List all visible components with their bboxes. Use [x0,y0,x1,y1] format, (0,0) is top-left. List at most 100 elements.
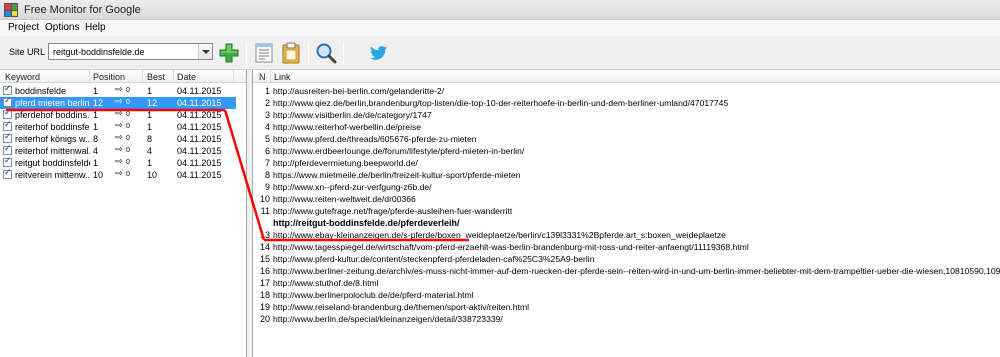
link-url[interactable]: http://www.ebay-kleinanzeigen.de/s-pferd… [273,230,726,240]
keyword-date: 04.11.2015 [177,158,222,168]
link-rank: 1 [264,86,270,96]
link-url[interactable]: http://www.berlinerpoloclub.de/de/pferd-… [273,290,474,300]
twitter-bird-icon[interactable] [366,41,390,65]
link-row[interactable]: 9 http://www.xn--pferd-zur-verfgung-z6b.d… [253,181,1000,193]
link-url[interactable]: http://www.pferd-kultur.de/content/steck… [273,254,595,264]
column-position[interactable]: Position [93,72,125,82]
arrow-right-icon: ⇨ [115,169,123,179]
link-row[interactable]: 6 http://www.erdbeerlounge.de/forum/lifes… [253,145,1000,157]
column-best[interactable]: Best [147,72,165,82]
menu-options[interactable]: Options [45,22,79,33]
link-url[interactable]: http://www.tagesspiegel.de/wirtschaft/vo… [273,242,749,252]
search-icon[interactable] [314,41,338,65]
keyword-text: pferdehof boddins... [15,110,90,120]
link-list[interactable]: N Link 1 http://ausreiten-bei-berlin.com/… [252,70,1000,357]
keyword-change: 0 [126,135,130,142]
link-row[interactable]: 8 https://www.mietmeile.de/berlin/freizei… [253,169,1000,181]
link-rank: 17 [259,278,270,288]
link-url[interactable]: http://reitgut-boddinsfelde.de/pferdever… [273,218,460,228]
link-row[interactable]: 15 http://www.pferd-kultur.de/content/ste… [253,253,1000,265]
link-url[interactable]: http://www.reiterhof-werbellin.de/preise [273,122,421,132]
clipboard-icon[interactable] [279,41,303,65]
link-rank: 10 [259,194,270,204]
keyword-best: 1 [147,158,153,168]
link-rank: 13 [259,230,270,240]
column-keyword[interactable]: Keyword [5,72,40,82]
link-rank: 9 [264,182,270,192]
keyword-checkbox[interactable] [3,120,12,131]
link-url[interactable]: http://www.erdbeerlounge.de/forum/lifest… [273,146,524,156]
keyword-row[interactable]: reitgut boddinsfelde1⇨0104.11.2015 [0,156,236,169]
link-row[interactable]: 3 http://www.visitberlin.de/de/category/1… [253,109,1000,121]
column-divider [89,70,90,83]
link-url[interactable]: http://www.pferd.de/threads/605676-pferd… [273,134,477,144]
keyword-checkbox[interactable] [3,108,12,119]
keyword-row[interactable]: reiterhof königs w...8⇨0804.11.2015 [0,132,236,145]
column-divider [142,70,143,83]
keyword-checkbox[interactable] [3,156,12,167]
link-url[interactable]: http://www.visitberlin.de/de/category/17… [273,110,432,120]
link-row[interactable]: 5 http://www.pferd.de/threads/605676-pfer… [253,133,1000,145]
link-url[interactable]: http://www.qiez.de/berlin,brandenburg/to… [273,98,728,108]
keyword-checkbox[interactable] [3,168,12,179]
link-url[interactable]: http://www.xn--pferd-zur-verfgung-z6b.de… [273,182,432,192]
link-url[interactable]: http://www.gutefrage.net/frage/pferde-au… [273,206,512,216]
link-row[interactable]: 16 http://www.berliner-zeitung.de/archiv/… [253,265,1000,277]
keyword-row[interactable]: reiterhof mittenwal...4⇨0404.11.2015 [0,144,236,157]
link-url[interactable]: http://pferdevermietung.beepworld.de/ [273,158,418,168]
toolbar-separator [308,42,309,64]
link-row[interactable]: 7 http://pferdevermietung.beepworld.de/ [253,157,1000,169]
app-icon [4,3,18,17]
column-date[interactable]: Date [177,72,196,82]
link-row[interactable]: 14 http://www.tagesspiegel.de/wirtschaft/… [253,241,1000,253]
keyword-checkbox[interactable] [3,132,12,143]
site-url-select[interactable]: reitgut-boddinsfelde.de [48,43,213,60]
chevron-down-icon[interactable] [198,44,212,59]
keyword-best: 8 [147,134,153,144]
keyword-checkbox[interactable] [3,84,12,95]
link-row[interactable]: 4 http://www.reiterhof-werbellin.de/preis… [253,121,1000,133]
arrow-right-icon: ⇨ [115,85,123,95]
keyword-row[interactable]: reitverein mittenw...10⇨01004.11.2015 [0,168,236,181]
column-n[interactable]: N [259,72,266,82]
title-bar: Free Monitor for Google [0,0,1000,20]
link-url[interactable]: http://www.berlin.de/special/kleinanzeig… [273,314,503,324]
keyword-text: pferd mieten berlin [15,98,90,108]
keyword-position: 1 [93,86,99,96]
link-row[interactable]: 13 http://www.ebay-kleinanzeigen.de/s-pfe… [253,229,1000,241]
column-divider [270,70,271,83]
link-url[interactable]: http://www.reiten-weltweit.de/dr00366 [273,194,416,204]
keyword-list[interactable]: Keyword Position Best Date boddinsfelde 1… [0,70,247,357]
link-row[interactable]: 1 http://ausreiten-bei-berlin.com/gelande… [253,85,1000,97]
keyword-best: 1 [147,86,153,96]
keyword-row[interactable]: reiterhof boddinsfe...1⇨0104.11.2015 [0,120,236,133]
keyword-position: 1 [93,122,99,132]
link-row[interactable]: 11 http://www.gutefrage.net/frage/pferde-… [253,205,1000,217]
column-divider [173,70,174,83]
keyword-row[interactable]: pferdehof boddins...1⇨0104.11.2015 [0,108,236,121]
link-row[interactable]: 10 http://www.reiten-weltweit.de/dr00366 [253,193,1000,205]
menu-project[interactable]: Project [8,22,39,33]
menu-help[interactable]: Help [85,22,106,33]
add-plus-icon[interactable] [217,41,241,65]
link-row[interactable]: 2 http://www.qiez.de/berlin,brandenburg/t… [253,97,1000,109]
link-url[interactable]: http://ausreiten-bei-berlin.com/gelander… [273,86,444,96]
link-row[interactable]: 20 http://www.berlin.de/special/kleinanze… [253,313,1000,325]
link-url[interactable]: http://www.reiseland-brandenburg.de/them… [273,302,529,312]
keyword-checkbox[interactable] [3,144,12,155]
keyword-position: 4 [93,146,99,156]
link-row[interactable]: 19 http://www.reiseland-brandenburg.de/th… [253,301,1000,313]
link-row[interactable]: 17 http://www.stuthof.de/8.html [253,277,1000,289]
link-url[interactable]: http://www.stuthof.de/8.html [273,278,379,288]
report-icon[interactable] [252,41,276,65]
link-url[interactable]: http://www.berliner-zeitung.de/archiv/es… [273,266,1000,276]
keyword-row[interactable]: boddinsfelde 1 ⇨0 1 04.11.2015 [0,84,236,97]
link-row[interactable]: 18 http://www.berlinerpoloclub.de/de/pfer… [253,289,1000,301]
link-row[interactable]: http://reitgut-boddinsfelde.de/pferdever… [253,217,1000,229]
keyword-row[interactable]: pferd mieten berlin12⇨01204.11.2015 [0,96,236,109]
keyword-checkbox[interactable] [3,96,12,107]
link-url[interactable]: https://www.mietmeile.de/berlin/freizeit… [273,170,520,180]
column-link[interactable]: Link [274,72,291,82]
window-title: Free Monitor for Google [24,4,141,16]
keyword-date: 04.11.2015 [177,170,222,180]
